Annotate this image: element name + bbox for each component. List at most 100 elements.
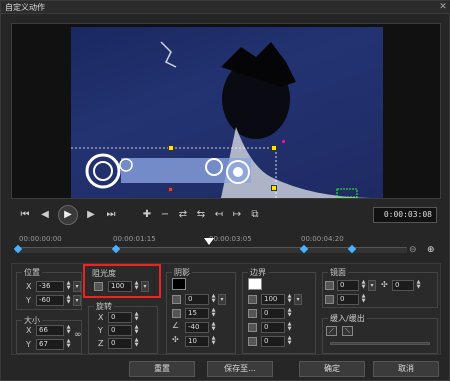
size-y-label: Y — [26, 340, 31, 349]
fade-label: 缓入/缓出 — [328, 313, 367, 324]
rotation-y-label: Y — [98, 326, 103, 335]
position-y-dropdown[interactable]: ▾ — [73, 295, 81, 306]
preview-frame — [11, 23, 441, 199]
mirror-distance-field[interactable]: 0 — [392, 280, 414, 291]
border-width-icon — [248, 309, 257, 318]
border-radius-spinner[interactable]: ▲ ▼ — [286, 336, 293, 347]
save-to-button[interactable]: 保存至... — [207, 361, 273, 377]
border-opacity-icon — [248, 295, 257, 304]
rotation-x-field[interactable]: 0 — [108, 312, 132, 323]
next-keyframe-icon[interactable]: ↦ — [229, 207, 245, 223]
shadow-angle-spinner[interactable]: ▲ ▼ — [210, 322, 217, 333]
position-x-field[interactable]: -36 — [36, 281, 64, 292]
control-point[interactable] — [168, 145, 174, 151]
fade-in-icon[interactable]: ⟋ — [326, 326, 337, 336]
next-frame-icon[interactable]: ▶ — [83, 207, 99, 223]
close-icon[interactable]: ✕ — [438, 2, 448, 12]
mirror-fade-spinner[interactable]: ▲ ▼ — [360, 294, 367, 305]
fade-slider-track[interactable] — [330, 342, 430, 345]
border-width-spinner[interactable]: ▲ ▼ — [286, 308, 293, 319]
border-radius-field[interactable]: 0 — [261, 336, 285, 347]
border-blur-spinner[interactable]: ▲ ▼ — [286, 322, 293, 333]
border-blur-field[interactable]: 0 — [261, 322, 285, 333]
copy-keyframe-icon[interactable]: ⧉ — [247, 207, 263, 223]
border-opacity-spinner[interactable]: ▲ ▼ — [286, 294, 293, 305]
shadow-distance-spinner[interactable]: ▲ ▼ — [210, 336, 217, 347]
swap-icon[interactable]: ⇆ — [193, 207, 209, 223]
highlight-box — [83, 264, 161, 298]
ok-button[interactable]: 确定 — [299, 361, 365, 377]
mirror-opacity-dropdown[interactable]: ▾ — [368, 280, 376, 291]
timeline-ruler[interactable]: 00:00:00:00 00:00:01:15 00:00:03:05 00:0… — [11, 233, 411, 259]
shadow-label: 阴影 — [172, 267, 192, 278]
position-y-spinner[interactable]: ▲ ▼ — [65, 295, 72, 306]
shadow-opacity-spinner[interactable]: ▲ ▼ — [210, 294, 217, 305]
window-title: 自定义动作 — [5, 3, 45, 12]
border-opacity-field[interactable]: 100 — [261, 294, 285, 305]
rotation-y-spinner[interactable]: ▲ ▼ — [133, 325, 140, 336]
fade-out-icon[interactable]: ⟍ — [342, 326, 353, 336]
size-y-field[interactable]: 67 — [36, 339, 64, 350]
remove-keyframe-icon[interactable]: − — [157, 207, 173, 223]
rotation-z-field[interactable]: 0 — [108, 338, 132, 349]
go-end-icon[interactable]: ⏭ — [103, 207, 119, 223]
shadow-angle-icon: ∠ — [172, 321, 180, 330]
position-y-label: Y — [26, 296, 31, 305]
mirror-fade-field[interactable]: 0 — [337, 294, 359, 305]
add-keyframe-icon[interactable]: ✚ — [139, 207, 155, 223]
tick-label: 00:00:00:00 — [19, 235, 62, 243]
control-point[interactable] — [271, 145, 277, 151]
zoom-out-icon[interactable]: ⊖ — [409, 245, 419, 255]
cancel-button[interactable]: 取消 — [373, 361, 439, 377]
position-y-field[interactable]: -60 — [36, 295, 64, 306]
control-point-magenta[interactable] — [281, 139, 286, 144]
reset-button[interactable]: 重置 — [129, 361, 195, 377]
play-button[interactable]: ▶ — [58, 205, 78, 225]
shadow-color-swatch[interactable] — [172, 278, 186, 290]
rotation-z-label: Z — [98, 339, 104, 348]
mirror-opacity-field[interactable]: 0 — [337, 280, 359, 291]
rotation-x-spinner[interactable]: ▲ ▼ — [133, 312, 140, 323]
shadow-blur-icon — [172, 309, 181, 318]
position-x-dropdown[interactable]: ▾ — [73, 281, 81, 292]
size-x-spinner[interactable]: ▲ ▼ — [65, 325, 72, 336]
transport-bar: ⏮ ◀ ▶ ▶ ⏭ ✚ − ⇄ ⇆ ↤ ↦ ⧉ 0:00:03:08 — [11, 205, 441, 227]
reverse-icon[interactable]: ⇄ — [175, 207, 191, 223]
shadow-angle-field[interactable]: -40 — [185, 322, 209, 333]
properties-panel: 位置 X -36 ▲ ▼ ▾ Y -60 ▲ ▼ ▾ 大小 X 66 ▲ ▼ Y 67… — [11, 263, 441, 355]
playhead[interactable] — [204, 238, 214, 245]
mirror-distance-icon: ✣ — [381, 280, 388, 289]
position-x-label: X — [26, 282, 32, 291]
prev-keyframe-icon[interactable]: ↤ — [211, 207, 227, 223]
rotation-x-label: X — [98, 313, 104, 322]
mirror-distance-spinner[interactable]: ▲ ▼ — [415, 280, 422, 291]
shadow-opacity-field[interactable]: 0 — [185, 294, 209, 305]
center-point[interactable] — [168, 187, 173, 192]
link-icon[interactable]: ∞ — [74, 330, 82, 340]
shadow-distance-icon: ✣ — [172, 335, 179, 344]
tick-label: 00:00:04:20 — [301, 235, 344, 243]
position-x-spinner[interactable]: ▲ ▼ — [65, 281, 72, 292]
dialog-buttons: 重置 保存至... 确定 取消 — [1, 359, 450, 381]
shadow-opacity-dropdown[interactable]: ▾ — [218, 294, 226, 305]
go-start-icon[interactable]: ⏮ — [17, 207, 33, 223]
rotation-y-field[interactable]: 0 — [108, 325, 132, 336]
border-opacity-dropdown[interactable]: ▾ — [294, 294, 302, 305]
shadow-blur-spinner[interactable]: ▲ ▼ — [210, 308, 217, 319]
video-preview[interactable] — [71, 27, 383, 198]
mirror-opacity-spinner[interactable]: ▲ ▼ — [360, 280, 367, 291]
mirror-opacity-icon — [325, 281, 334, 290]
control-point[interactable] — [271, 185, 277, 191]
border-color-swatch[interactable] — [248, 278, 262, 290]
rotation-z-spinner[interactable]: ▲ ▼ — [133, 338, 140, 349]
shadow-blur-field[interactable]: 15 — [185, 308, 209, 319]
size-x-field[interactable]: 66 — [36, 325, 64, 336]
size-x-label: X — [26, 326, 32, 335]
timecode-display[interactable]: 0:00:03:08 — [373, 207, 437, 223]
border-width-field[interactable]: 0 — [261, 308, 285, 319]
shadow-distance-field[interactable]: 10 — [185, 336, 209, 347]
size-y-spinner[interactable]: ▲ ▼ — [65, 339, 72, 350]
custom-motion-window: 自定义动作 ✕ ⏮ ◀ ▶ ▶ ⏭ ✚ − ⇄ ⇆ ↤ ↦ ⧉ 0:00:03:… — [0, 0, 450, 381]
prev-frame-icon[interactable]: ◀ — [37, 207, 53, 223]
zoom-in-icon[interactable]: ⊕ — [427, 245, 437, 255]
